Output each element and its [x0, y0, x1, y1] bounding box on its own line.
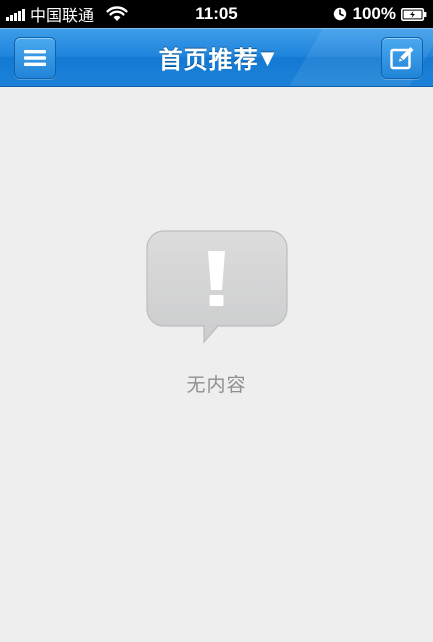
exclamation-bubble-icon [145, 230, 288, 344]
empty-message: 无内容 [186, 374, 247, 396]
status-bar: 中国联通 11:05 100% [0, 0, 433, 28]
dropdown-caret-icon: ▼ [260, 47, 275, 69]
navigation-bar: 首页推荐 ▼ [0, 28, 433, 87]
alarm-clock-icon [333, 7, 346, 21]
empty-state: 无内容 [0, 230, 433, 397]
nav-title-dropdown[interactable]: 首页推荐 ▼ [0, 28, 433, 86]
content-area: 无内容 [0, 87, 433, 642]
battery-percent: 100% [352, 4, 396, 23]
battery-charging-icon [401, 7, 427, 21]
compose-edit-icon [390, 47, 414, 70]
status-right: 100% [333, 4, 427, 24]
page-title: 首页推荐 [158, 45, 259, 74]
compose-button[interactable] [381, 37, 423, 79]
app-screen: 中国联通 11:05 100% 首页推荐 ▼ 无内容 [0, 0, 433, 642]
